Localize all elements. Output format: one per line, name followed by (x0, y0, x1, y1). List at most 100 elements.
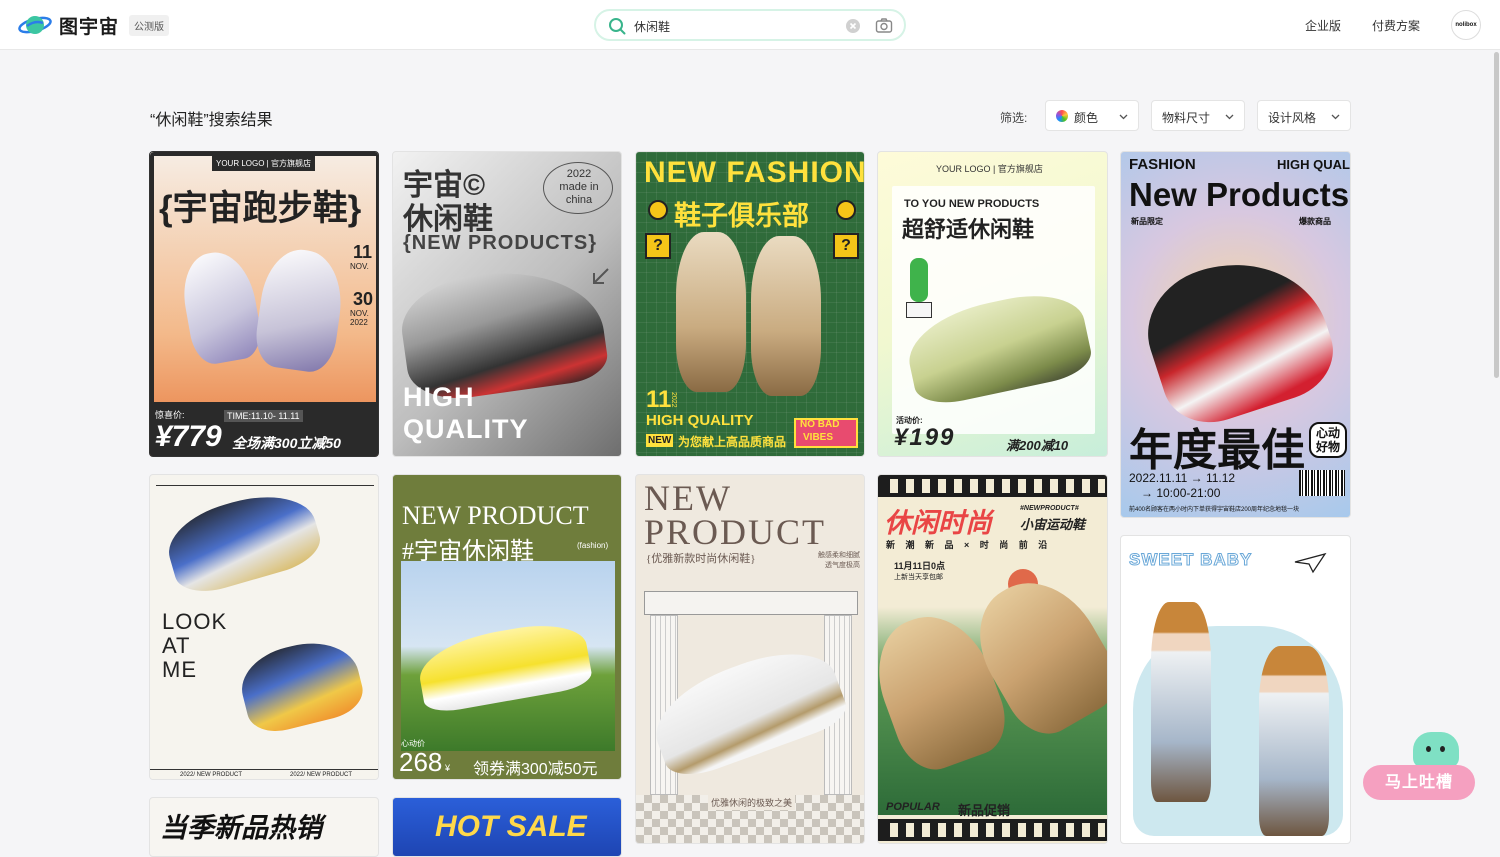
shoe-image (234, 631, 368, 739)
avatar[interactable]: nolibox (1451, 10, 1481, 40)
filter-style-label: 设计风格 (1268, 111, 1317, 125)
footer-left: 2022/ NEW PRODUCT (180, 772, 243, 778)
hashtag: #NEWPRODUCT# (1020, 505, 1079, 512)
template-card-hot-sale[interactable]: HOT SALE (392, 797, 622, 857)
clear-icon[interactable] (845, 18, 861, 34)
shoe-image (751, 236, 821, 396)
card-subtitle: 鞋子俱乐部 (674, 201, 809, 231)
date-month-2: NOV. (350, 309, 369, 318)
template-card-grey-sneaker[interactable]: 宇宙© 休闲鞋 {NEW PRODUCTS} 2022 made in chin… (392, 151, 622, 457)
card-title: 当季新品热销 (160, 813, 322, 843)
look-text: LOOK (162, 609, 228, 634)
title-line-2: PRODUCT (644, 512, 827, 552)
price: ¥779 (155, 420, 222, 453)
badge-line-1: NO BAD (800, 419, 840, 430)
promo-text: 领券满300减50元 (473, 761, 598, 778)
date-month-1: NOV. (350, 262, 369, 271)
template-card-season-hot[interactable]: 当季新品热销 (149, 797, 379, 857)
me-text: ME (162, 657, 197, 682)
question-block-icon: ? (645, 233, 671, 259)
launch-note: 上新当天享包邮 (894, 574, 943, 581)
high-quality-text: HIGH QUALITY (646, 412, 754, 429)
logo-text: 图宇宙 (59, 16, 120, 38)
filter-color-label: 颜色 (1074, 111, 1099, 125)
footnote: 前400名顾客在两小时内下单获得宇宙鞋店200周年纪念地毯一块 (1129, 507, 1300, 513)
filter-label: 筛选: (1000, 111, 1028, 125)
card-title: 超舒适休闲鞋 (902, 217, 1035, 242)
time-label: TIME:11.10- 11.11 (224, 410, 303, 422)
chevron-down-icon (1331, 114, 1340, 120)
shoe-image (676, 232, 746, 392)
template-card-casual-fashion[interactable]: 休闲时尚 #NEWPRODUCT# 小宙运动鞋 新 潮 新 品 × 时 尚 前 … (877, 474, 1108, 844)
arrow-down-left-icon (593, 268, 609, 284)
scrollbar-thumb[interactable] (1494, 52, 1499, 378)
label-left: 新品限定 (1131, 217, 1163, 226)
fashion-text: FASHION (1129, 156, 1196, 173)
shoe-image (159, 481, 327, 601)
year-text: 2022 (670, 392, 677, 408)
template-card-sweet-baby[interactable]: SWEET BABY (1120, 535, 1351, 844)
template-card-canvas-shoe[interactable]: NEW PRODUCT #宇宙休闲鞋 (fashion) 心动价 268 ¥ 领… (392, 474, 622, 780)
card-title: HOT SALE (435, 810, 587, 843)
quality-text: QUALITY (403, 414, 529, 444)
coin-icon (836, 200, 856, 220)
child-photo (1259, 646, 1329, 836)
card-brand: YOUR LOGO | 官方旗舰店 (212, 156, 315, 171)
feedback-widget[interactable]: 马上吐槽 (1363, 732, 1475, 800)
card-title: New Products (1129, 176, 1350, 213)
logo[interactable]: 图宇宙 公测版 (18, 11, 170, 39)
nav-pricing[interactable]: 付费方案 (1372, 17, 1420, 34)
feedback-button[interactable]: 马上吐槽 (1363, 765, 1475, 800)
shoe-image (1132, 238, 1345, 436)
date-year-2: 2022 (350, 318, 368, 327)
time-range: → 10:00-21:00 (1141, 486, 1221, 500)
search-box[interactable] (594, 9, 906, 41)
results-title: “休闲鞋”搜索结果 (150, 112, 273, 129)
date-range: 2022.11.11 → 11.12 (1129, 471, 1236, 485)
template-card-new-fashion[interactable]: NEW FASHION 鞋子俱乐部 ? ? 11 2022 HIGH QUALI… (635, 151, 865, 457)
search-input[interactable] (634, 17, 834, 35)
tag-row: 新 潮 新 品 × 时 尚 前 沿 (886, 540, 1052, 550)
template-card-elegant-shoe[interactable]: NEW PRODUCT {优雅新款时尚休闲鞋} 触感柔和细腻 透气度极高 优雅休… (635, 474, 865, 844)
filter-color[interactable]: 颜色 (1045, 100, 1139, 131)
template-card-comfort-shoe[interactable]: YOUR LOGO | 官方旗舰店 TO YOU NEW PRODUCTS 超舒… (877, 151, 1108, 457)
template-card-look-at-me[interactable]: LOOK AT ME 2022/ NEW PRODUCT 2022/ NEW P… (149, 474, 379, 780)
question-block-icon: ? (833, 233, 859, 259)
at-text: AT (162, 633, 191, 658)
card-title: {宇宙跑步鞋} (159, 189, 362, 228)
beta-badge: 公测版 (129, 14, 170, 36)
badge-line-2: VIBES (803, 432, 834, 443)
chevron-down-icon (1119, 114, 1128, 120)
label-right: 爆款商品 (1299, 217, 1331, 226)
card-subtitle: 小宙运动鞋 (1020, 517, 1086, 532)
template-card-running-shoe[interactable]: YOUR LOGO | 官方旗舰店 {宇宙跑步鞋} 11 NOV. 30 NOV… (149, 151, 379, 457)
template-card-best-of-year[interactable]: FASHION HIGH QUALITY New Products 新品限定 爆… (1120, 151, 1351, 518)
price: 268 (399, 747, 443, 777)
color-wheel-icon (1056, 110, 1068, 122)
date-day-1: 11 (353, 242, 373, 262)
promo-text: 全场满300立减50 (232, 435, 341, 451)
filter-style[interactable]: 设计风格 (1257, 100, 1351, 131)
footer-right: 2022/ NEW PRODUCT (290, 772, 353, 778)
nav-enterprise[interactable]: 企业版 (1305, 17, 1341, 34)
top-bar: 图宇宙 公测版 企业版 付费方案 nolibox (0, 0, 1500, 50)
camera-icon[interactable] (875, 17, 893, 35)
filter-size[interactable]: 物料尺寸 (1151, 100, 1245, 131)
mascot-icon (1413, 732, 1459, 768)
barcode (1299, 470, 1345, 496)
badge-text: 心动好物 (1309, 422, 1347, 458)
search-icon (609, 18, 626, 35)
planet-logo-icon (18, 16, 52, 34)
promo-text: 新品促销 (958, 803, 1011, 818)
card-brand: YOUR LOGO | 官方旗舰店 (936, 164, 1043, 174)
date-day-2: 30 (353, 289, 374, 309)
price: ¥199 (894, 424, 956, 451)
side-text: 触感柔和细腻 透气度极高 (818, 552, 860, 569)
cactus-icon (910, 258, 928, 302)
card-title: NEW FASHION (644, 156, 865, 189)
card-title-3: {NEW PRODUCTS} (403, 232, 598, 254)
filter-size-label: 物料尺寸 (1162, 111, 1211, 125)
promo-text: 满200减10 (1006, 438, 1069, 453)
best-of-year-text: 年度最佳 (1129, 426, 1305, 475)
card-title: 休闲时尚 (884, 508, 992, 538)
